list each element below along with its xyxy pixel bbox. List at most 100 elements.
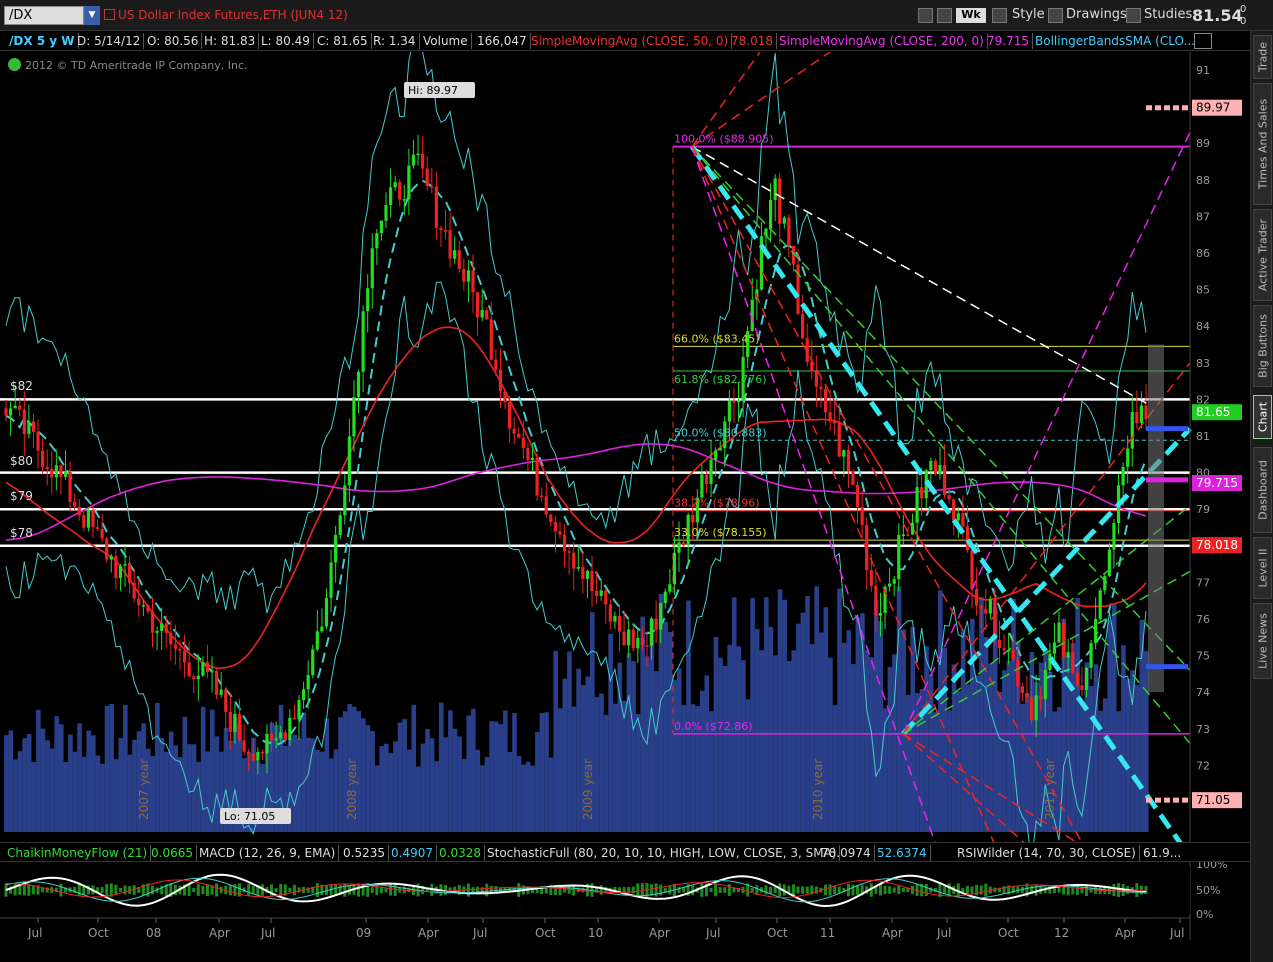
study-header: /DX 5 y W D: 5/14/12 O: 80.56 H: 81.83 L… (0, 31, 1250, 51)
cmf-bar (201, 885, 205, 895)
candle-body (279, 732, 283, 739)
candle-body (627, 629, 631, 646)
aggregation-button[interactable]: Wk (956, 8, 986, 23)
cmf-bar (123, 885, 127, 895)
style-menu-button[interactable]: Style (1008, 6, 1049, 25)
stochastic-label[interactable]: StochasticFull (80, 20, 10, 10, HIGH, LO… (484, 845, 841, 861)
volume-bar (324, 718, 330, 832)
studies-menu-button[interactable]: Studies (1140, 6, 1196, 25)
volume-bar (626, 652, 632, 832)
oscillator-tick: 0% (1196, 908, 1213, 921)
price-tick: 86 (1196, 247, 1210, 260)
symbol-dropdown-icon[interactable]: ▼ (84, 6, 100, 25)
candle-body (347, 436, 351, 486)
volume-bar (370, 730, 375, 832)
volume-bar (489, 721, 494, 832)
candle-body (1135, 411, 1139, 424)
volume-bar (535, 732, 540, 832)
cmf-bar (370, 887, 374, 893)
price-tick: 83 (1196, 357, 1210, 370)
symbol-input[interactable]: /DX (4, 6, 84, 25)
chart-settings-icon[interactable] (1194, 33, 1212, 49)
volume-bar (461, 758, 467, 832)
candle-body (237, 713, 242, 741)
net-change: 0 (1240, 4, 1247, 15)
candle-body (118, 565, 123, 578)
info-icon[interactable] (8, 58, 21, 71)
candle-body (45, 467, 49, 469)
candle-body (256, 751, 260, 761)
volume-bar (905, 694, 911, 832)
time-tick: Oct (767, 926, 788, 940)
cmf-bar (215, 883, 219, 897)
volume-bar (1002, 670, 1007, 832)
cmf-bar (1071, 885, 1075, 895)
volume-bar (567, 651, 572, 832)
candle-body (27, 421, 31, 435)
drawings-icon[interactable] (1048, 8, 1063, 23)
tab-level-ii[interactable]: Level II (1253, 537, 1272, 599)
tab-live-news[interactable]: Live News (1253, 603, 1272, 679)
macd-label[interactable]: MACD (12, 26, 9, EMA) (196, 845, 340, 861)
tab-dashboard[interactable]: Dashboard (1253, 447, 1272, 533)
tab-active-trader[interactable]: Active Trader (1253, 209, 1272, 301)
candle-body (572, 552, 576, 569)
volume-bar (77, 723, 82, 832)
candle-body (22, 409, 26, 435)
candle-body (247, 751, 251, 754)
style-icon[interactable] (992, 8, 1007, 23)
candle-body (874, 585, 878, 616)
candle-body (95, 527, 100, 529)
cmf-bar (791, 884, 795, 896)
cmf-bar (118, 887, 122, 893)
time-tick: Jul (472, 926, 487, 940)
volume-bar (36, 709, 41, 832)
tab-big-buttons[interactable]: Big Buttons (1253, 305, 1272, 387)
candle-body (54, 465, 58, 478)
symbol-info-icon[interactable] (104, 9, 115, 20)
cmf-bar (219, 886, 223, 894)
cmf-bar (1034, 884, 1038, 896)
candle-body (448, 230, 452, 259)
candle-body (576, 566, 580, 569)
candle-body (187, 662, 191, 677)
candle-body (970, 550, 974, 589)
sma200-label[interactable]: SimpleMovingAvg (CLOSE, 200, 0) (776, 33, 988, 49)
candle-body (453, 250, 457, 259)
lower-study-header: ChaikinMoneyFlow (21) 0.0665 MACD (12, 2… (0, 842, 1250, 862)
price-chart[interactable]: Hi: 89.97 Lo: 71.05 $82 $80 $79 $78 100.0% ($8… (0, 52, 1250, 962)
candle-body (787, 217, 791, 246)
price-tick: 88 (1196, 174, 1210, 187)
cmf-bar (59, 883, 63, 897)
volume-bar (878, 621, 884, 832)
volume-label[interactable]: Volume (420, 33, 472, 49)
volume-bar (443, 737, 449, 832)
candle-body (123, 564, 127, 566)
drawings-menu-button[interactable]: Drawings (1062, 6, 1131, 25)
sma50-label[interactable]: SimpleMovingAvg (CLOSE, 50, 0) (528, 33, 733, 49)
volume-bar (214, 736, 220, 832)
candle-body (402, 199, 406, 201)
sma50-value: 78.018 (728, 33, 777, 49)
volume-bar (622, 700, 627, 832)
volume-bar (663, 621, 668, 832)
studies-icon[interactable] (1126, 8, 1141, 23)
rsi-label[interactable]: RSIWilder (14, 70, 30, CLOSE) (954, 845, 1140, 861)
candle-body (704, 474, 709, 484)
volume-bar (850, 664, 856, 832)
cmf-label[interactable]: ChaikinMoneyFlow (21) (4, 845, 152, 861)
candle-body (13, 405, 17, 409)
tab-chart[interactable]: Chart (1253, 395, 1272, 439)
candle-body (283, 732, 287, 740)
crosshair-tool-icon[interactable] (918, 8, 933, 23)
tab-trade[interactable]: Trade (1253, 35, 1272, 79)
level-82-label: $82 (10, 379, 33, 393)
tab-times-and-sales[interactable]: Times And Sales (1253, 83, 1272, 205)
chart-period-label[interactable]: /DX 5 y W (6, 33, 79, 49)
gear-icon[interactable] (937, 8, 952, 23)
candle-body (352, 397, 356, 437)
candle-body (388, 187, 393, 205)
candle-body (150, 611, 155, 633)
candle-body (494, 359, 498, 370)
bollinger-label[interactable]: BollingerBandsSMA (CLO... (1032, 33, 1198, 49)
